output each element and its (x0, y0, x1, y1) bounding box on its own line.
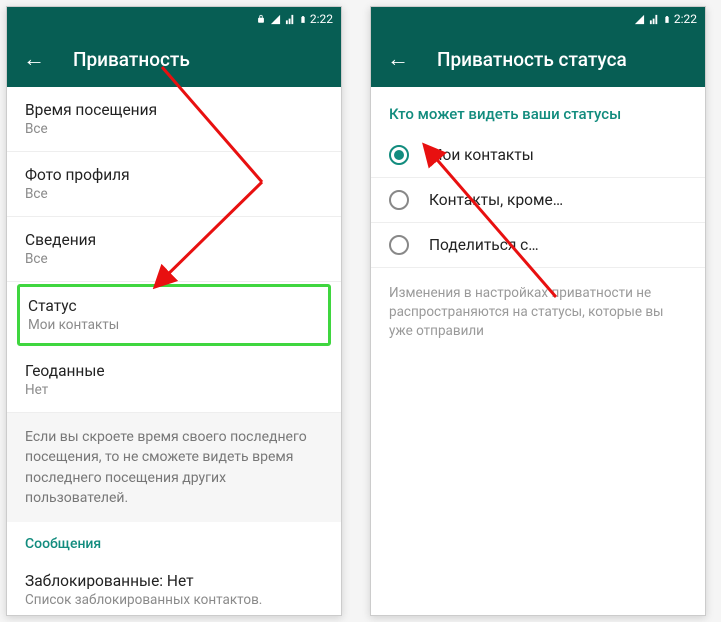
item-title: Время посещения (25, 101, 325, 119)
signal-icon (633, 14, 646, 25)
item-sub: Нет (25, 382, 325, 398)
phone-screen-status-privacy: 2:22 ← Приватность статуса Кто может вид… (370, 6, 706, 616)
item-title: Фото профиля (25, 166, 325, 184)
back-icon[interactable]: ← (23, 46, 45, 72)
item-profile-photo[interactable]: Фото профиля Все (7, 152, 341, 217)
item-blocked[interactable]: Заблокированные: Нет Список заблокирован… (7, 558, 341, 615)
section-title: Кто может видеть ваши статусы (371, 87, 705, 133)
signal-icon (269, 14, 282, 25)
item-last-seen[interactable]: Время посещения Все (7, 87, 341, 152)
app-bar: ← Приватность статуса (371, 31, 705, 87)
info-text: Если вы скроете время своего последнего … (7, 413, 341, 522)
status-privacy-content: Кто может видеть ваши статусы Мои контак… (371, 87, 705, 615)
item-sub: Список заблокированных контактов. (25, 592, 325, 608)
radio-unselected-icon (389, 235, 409, 255)
lock-icon (256, 14, 266, 24)
item-sub: Все (25, 121, 325, 137)
battery-icon (663, 13, 671, 26)
settings-list: Время посещения Все Фото профиля Все Све… (7, 87, 341, 615)
status-bar: 2:22 (371, 7, 705, 31)
section-messages: Сообщения (7, 522, 341, 558)
cell-icon (285, 14, 296, 25)
item-title: Заблокированные: Нет (25, 572, 325, 590)
item-sub: Мои контакты (28, 317, 320, 333)
item-status-highlighted[interactable]: Статус Мои контакты (17, 284, 331, 346)
status-time: 2:22 (310, 12, 333, 26)
item-geo[interactable]: Геоданные Нет (7, 348, 341, 413)
item-about[interactable]: Сведения Все (7, 217, 341, 282)
page-title: Приватность статуса (437, 48, 627, 71)
battery-icon (299, 13, 307, 26)
radio-share-with[interactable]: Поделиться с… (371, 223, 705, 268)
phone-screen-privacy: 2:22 ← Приватность Время посещения Все Ф… (6, 6, 342, 616)
item-title: Геоданные (25, 362, 325, 380)
item-sub: Все (25, 251, 325, 267)
item-sub: Все (25, 186, 325, 202)
status-time: 2:22 (674, 12, 697, 26)
privacy-note: Изменения в настройках приватности не ра… (371, 268, 705, 357)
item-title: Статус (28, 297, 320, 315)
radio-unselected-icon (389, 190, 409, 210)
radio-contacts-except[interactable]: Контакты, кроме… (371, 178, 705, 223)
cell-icon (649, 14, 660, 25)
item-title: Сведения (25, 231, 325, 249)
back-icon[interactable]: ← (387, 46, 409, 72)
radio-label: Поделиться с… (429, 236, 539, 254)
app-bar: ← Приватность (7, 31, 341, 87)
radio-selected-icon (389, 145, 409, 165)
page-title: Приватность (73, 48, 190, 71)
radio-label: Контакты, кроме… (429, 191, 563, 209)
status-bar: 2:22 (7, 7, 341, 31)
radio-my-contacts[interactable]: Мои контакты (371, 133, 705, 178)
radio-label: Мои контакты (429, 146, 534, 164)
